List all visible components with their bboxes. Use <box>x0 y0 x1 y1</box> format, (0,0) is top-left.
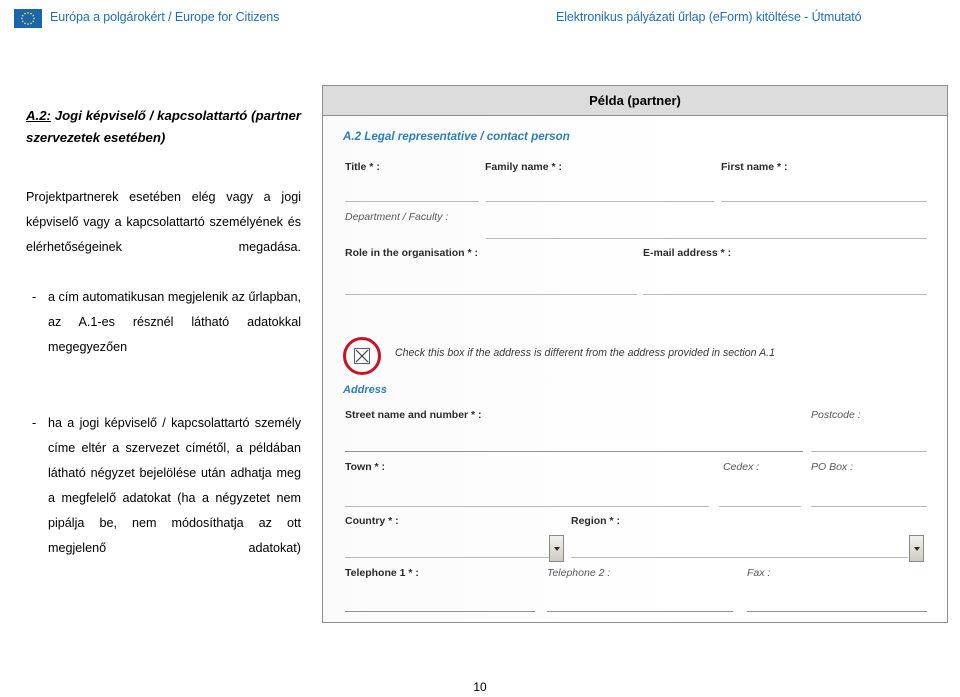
input-postcode[interactable] <box>811 451 927 452</box>
eform-screenshot-area: A.2 Legal representative / contact perso… <box>323 116 947 622</box>
input-country[interactable] <box>345 557 549 558</box>
form-section-heading: A.2 Legal representative / contact perso… <box>343 130 570 143</box>
region-dropdown-button[interactable] <box>909 535 924 562</box>
input-email-address[interactable] <box>643 294 927 295</box>
country-dropdown-button[interactable] <box>549 535 564 562</box>
label-role-in-organisation: Role in the organisation * : <box>345 247 479 259</box>
label-region: Region * : <box>571 515 620 527</box>
input-role-in-organisation[interactable] <box>345 294 637 295</box>
input-first-name[interactable] <box>721 201 927 202</box>
intro-paragraph: Projektpartnerek esetében elég vagy a jo… <box>26 190 301 254</box>
chevron-down-icon <box>553 546 560 551</box>
address-different-checkbox[interactable] <box>354 348 370 364</box>
example-panel-title: Példa (partner) <box>589 93 681 108</box>
label-street-name-and-number: Street name and number * : <box>345 409 482 421</box>
label-town: Town * : <box>345 461 386 473</box>
input-department-faculty[interactable] <box>486 238 927 239</box>
page-number: 10 <box>473 680 487 694</box>
label-title: Title * : <box>345 161 380 173</box>
chevron-down-icon <box>913 546 920 551</box>
section-heading: A.2: Jogi képviselő / kapcsolattartó (pa… <box>26 105 301 149</box>
label-telephone-2: Telephone 2 : <box>547 567 611 579</box>
input-cedex[interactable] <box>719 506 801 507</box>
label-department-faculty: Department / Faculty : <box>345 211 449 223</box>
input-street-name-and-number[interactable] <box>345 451 803 452</box>
label-first-name: First name * : <box>721 161 788 173</box>
label-fax: Fax : <box>747 567 771 579</box>
section-heading-label: A.2: <box>26 108 51 123</box>
section-heading-rest: Jogi képviselő / kapcsolattartó (partner… <box>26 108 301 145</box>
label-family-name: Family name * : <box>485 161 563 173</box>
address-different-checkbox-caption: Check this box if the address is differe… <box>395 347 775 359</box>
input-po-box[interactable] <box>811 506 927 507</box>
label-country: Country * : <box>345 515 399 527</box>
address-section-heading: Address <box>343 384 388 396</box>
explanation-column: A.2: Jogi képviselő / kapcsolattartó (pa… <box>26 105 301 586</box>
input-telephone-2[interactable] <box>547 611 733 612</box>
input-fax[interactable] <box>747 611 927 612</box>
header-title-right: Elektronikus pályázati űrlap (eForm) kit… <box>556 10 862 24</box>
example-panel-title-bar: Példa (partner) <box>323 86 947 116</box>
page-header: Európa a polgárokért / Europe for Citize… <box>0 0 960 36</box>
label-cedex: Cedex : <box>723 461 760 473</box>
label-telephone-1: Telephone 1 * : <box>345 567 419 579</box>
input-family-name[interactable] <box>486 201 714 202</box>
label-po-box: PO Box : <box>811 461 854 473</box>
input-telephone-1[interactable] <box>345 611 535 612</box>
eu-flag-icon <box>14 9 42 28</box>
bullet-item-different-address: ha a jogi képviselő / kapcsolattartó sze… <box>26 411 301 586</box>
input-region[interactable] <box>571 557 908 558</box>
label-postcode: Postcode : <box>811 409 861 421</box>
bullet-item-address-autofill: a cím automatikusan megjelenik az űrlapb… <box>26 285 301 385</box>
address-different-checkbox-annotation <box>343 337 383 377</box>
input-title[interactable] <box>345 201 479 202</box>
header-title-left: Európa a polgárokért / Europe for Citize… <box>50 10 280 24</box>
example-panel: Példa (partner) A.2 Legal representative… <box>322 85 948 623</box>
label-email-address: E-mail address * : <box>643 247 732 259</box>
input-town[interactable] <box>345 506 709 507</box>
